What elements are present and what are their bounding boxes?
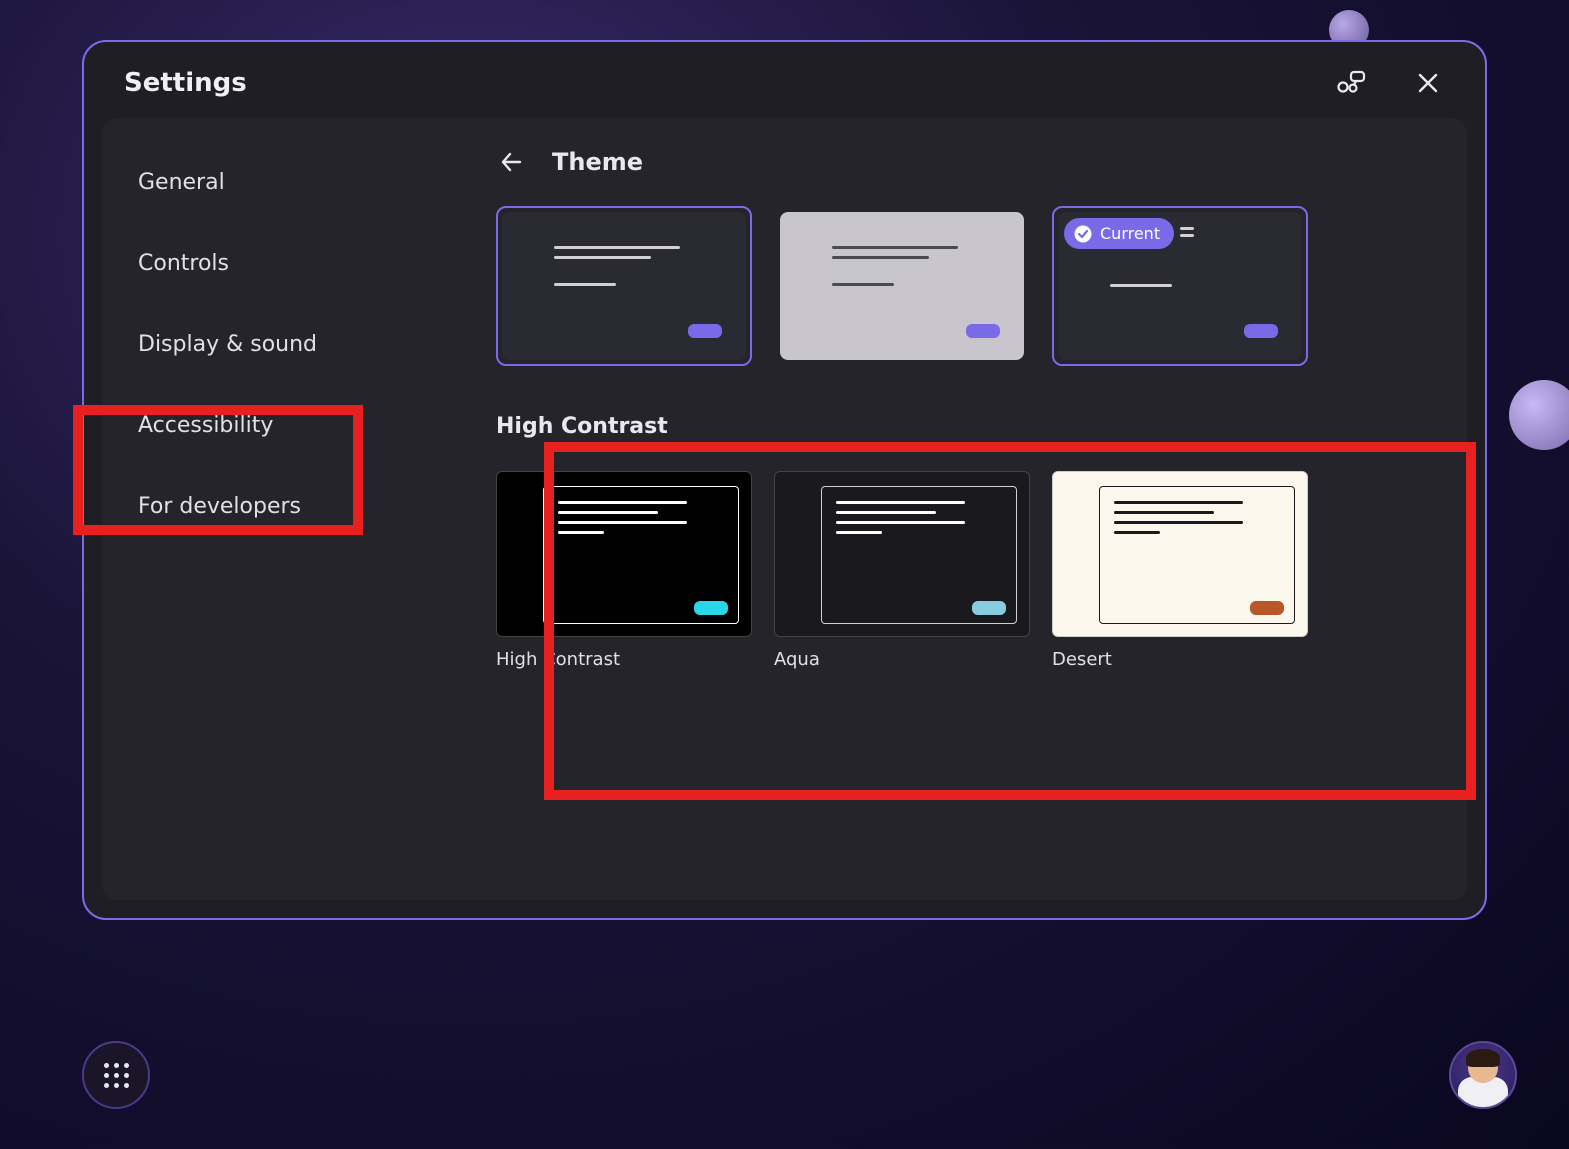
preview-accent	[972, 601, 1006, 615]
preview-window	[816, 230, 1010, 346]
sidebar-item-display-sound[interactable]: Display & sound	[124, 308, 450, 381]
feedback-icon[interactable]	[1333, 66, 1367, 100]
panel-header: Theme	[496, 146, 1443, 194]
check-circle-icon	[1074, 225, 1092, 243]
preview-line	[1114, 531, 1160, 534]
preview-line	[1114, 521, 1243, 524]
theme-card-current[interactable]: Current	[1052, 206, 1308, 366]
panel-title: Theme	[552, 148, 643, 176]
high-contrast-heading: High Contrast	[496, 414, 1443, 439]
dot	[104, 1083, 109, 1088]
dot	[114, 1083, 119, 1088]
hc-inner	[1099, 486, 1295, 624]
header-actions	[1333, 66, 1445, 100]
settings-window: Settings General Controls Display & soun…	[82, 40, 1487, 920]
preview-line	[832, 246, 958, 249]
preview-line	[832, 283, 894, 286]
sidebar-item-general[interactable]: General	[124, 146, 450, 219]
preview-line	[558, 521, 687, 524]
main-panel: Theme	[472, 118, 1467, 900]
preview-accent	[688, 324, 722, 338]
theme-grid: Current	[496, 206, 1443, 366]
preview-line	[832, 256, 929, 259]
hc-inner	[821, 486, 1017, 624]
preview-line	[836, 531, 882, 534]
bg-planet-large	[1509, 380, 1569, 450]
theme-card-light[interactable]	[774, 206, 1030, 366]
preview-line	[558, 511, 658, 514]
theme-card-dark[interactable]	[496, 206, 752, 366]
sidebar-item-for-developers[interactable]: For developers	[124, 470, 450, 543]
dot	[104, 1073, 109, 1078]
current-badge-label: Current	[1100, 224, 1160, 243]
avatar-figure	[1456, 1051, 1510, 1107]
preview-line	[1114, 511, 1214, 514]
window-header: Settings	[84, 42, 1485, 118]
content-area: General Controls Display & sound Accessi…	[102, 118, 1467, 900]
avatar-hair	[1466, 1049, 1500, 1067]
hc-preview-high-contrast[interactable]	[496, 471, 752, 637]
preview-line	[1114, 501, 1243, 504]
dot	[124, 1083, 129, 1088]
sidebar-item-controls[interactable]: Controls	[124, 227, 450, 300]
high-contrast-grid: High Contrast Aqua	[496, 471, 1443, 670]
hc-card-desert: Desert	[1052, 471, 1308, 670]
preview-accent	[1250, 601, 1284, 615]
avatar-icon[interactable]	[1449, 1041, 1517, 1109]
current-badge: Current	[1064, 218, 1174, 249]
preview-line	[836, 501, 965, 504]
dot	[104, 1063, 109, 1068]
sidebar-item-accessibility[interactable]: Accessibility	[124, 389, 450, 462]
hc-preview-aqua[interactable]	[774, 471, 1030, 637]
preview-accent	[966, 324, 1000, 338]
dot	[124, 1073, 129, 1078]
hc-preview-desert[interactable]	[1052, 471, 1308, 637]
theme-preview-dark	[502, 212, 746, 360]
dot	[114, 1073, 119, 1078]
app-grid-icon[interactable]	[82, 1041, 150, 1109]
close-icon[interactable]	[1411, 66, 1445, 100]
preview-line	[558, 531, 604, 534]
hc-label-high-contrast: High Contrast	[496, 649, 752, 670]
preview-line	[558, 501, 687, 504]
preview-accent	[1244, 324, 1278, 338]
hc-card-aqua: Aqua	[774, 471, 1030, 670]
hc-label-aqua: Aqua	[774, 649, 1030, 670]
preview-line	[554, 283, 616, 286]
window-title: Settings	[124, 68, 247, 98]
hc-card-high-contrast: High Contrast	[496, 471, 752, 670]
badge-decoration	[1180, 224, 1196, 244]
hc-label-desert: Desert	[1052, 649, 1308, 670]
preview-line	[554, 256, 651, 259]
preview-accent	[694, 601, 728, 615]
settings-sidebar: General Controls Display & sound Accessi…	[102, 118, 472, 900]
preview-line	[836, 511, 936, 514]
dot	[124, 1063, 129, 1068]
preview-line	[1110, 284, 1172, 287]
hc-inner	[543, 486, 739, 624]
preview-line	[554, 246, 680, 249]
theme-preview-light	[780, 212, 1024, 360]
preview-line	[836, 521, 965, 524]
preview-window	[538, 230, 732, 346]
dot	[114, 1063, 119, 1068]
back-icon[interactable]	[496, 146, 528, 178]
